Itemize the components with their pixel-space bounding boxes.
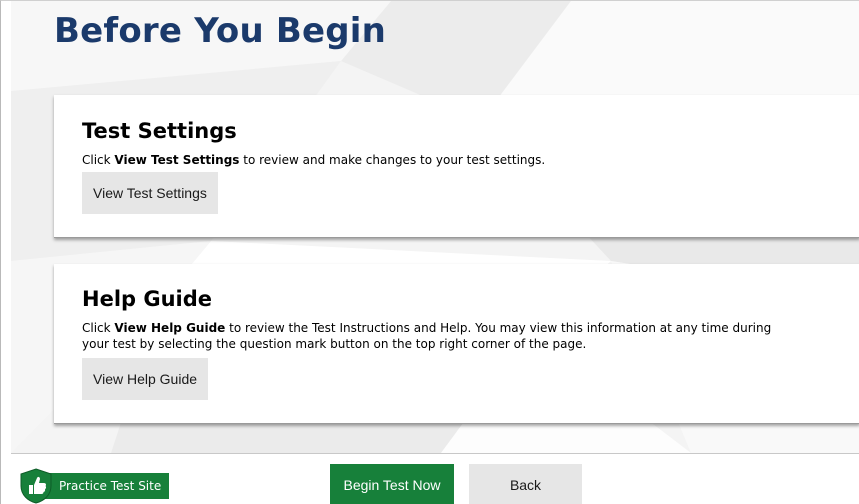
help-guide-text-bold: View Help Guide [114,321,226,335]
practice-test-site-badge: Practice Test Site [19,468,170,504]
view-help-guide-button[interactable]: View Help Guide [82,358,209,400]
practice-test-site-label: Practice Test Site [45,473,170,499]
help-guide-description: Click View Help Guide to review the Test… [82,320,800,352]
test-settings-text-prefix: Click [82,153,115,167]
test-settings-heading: Test Settings [82,119,237,143]
test-settings-text-suffix: to review and make changes to your test … [239,153,546,167]
help-guide-card: Help Guide Click View Help Guide to revi… [54,264,859,424]
app-frame: Before You Begin Test Settings Click Vie… [0,0,859,504]
test-settings-card: Test Settings Click View Test Settings t… [54,95,859,238]
test-settings-description: Click View Test Settings to review and m… [82,152,840,168]
begin-test-now-button[interactable]: Begin Test Now [330,464,454,504]
footer-bar: Practice Test Site Begin Test Now Back [11,453,859,504]
help-guide-heading: Help Guide [82,287,213,311]
back-button[interactable]: Back [469,464,582,504]
shield-thumbs-up-icon [20,468,52,504]
view-test-settings-button[interactable]: View Test Settings [82,172,218,214]
test-settings-text-bold: View Test Settings [114,153,240,167]
page-title: Before You Begin [54,11,387,51]
help-guide-text-prefix: Click [82,321,115,335]
